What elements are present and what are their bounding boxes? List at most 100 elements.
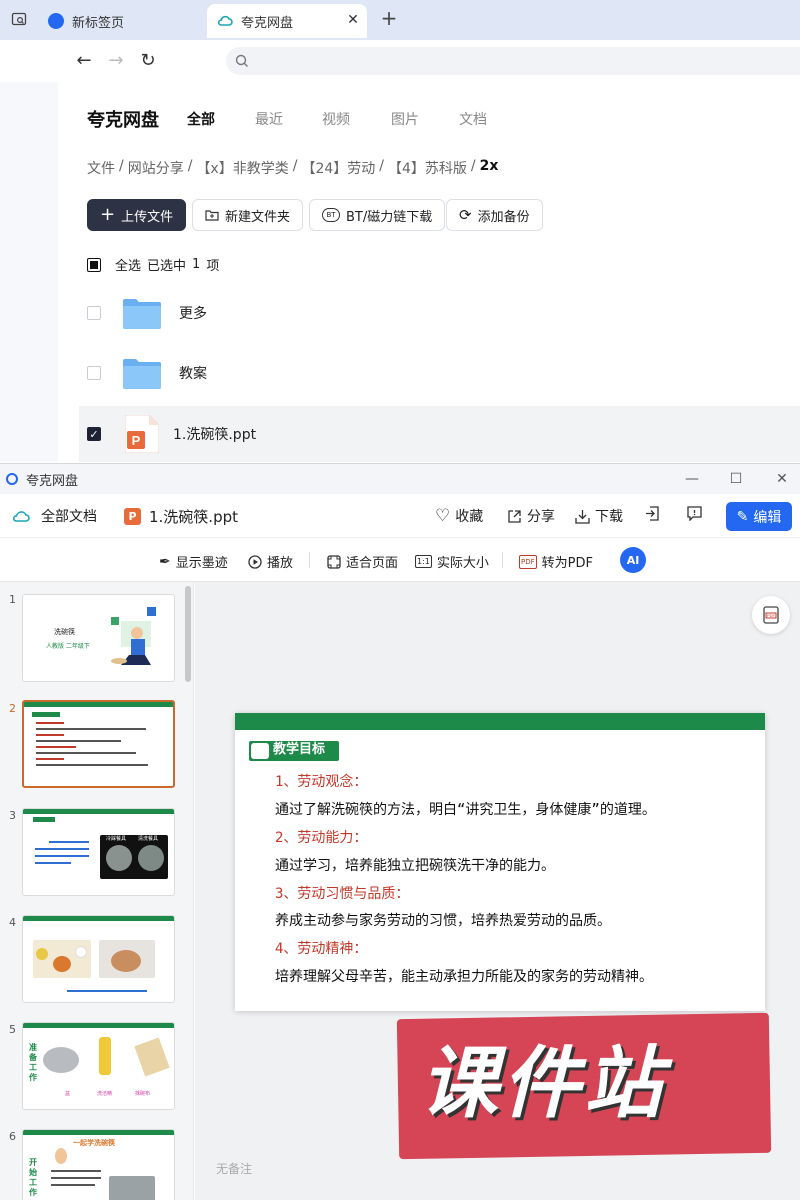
pdf-convert-icon: PDF: [763, 606, 779, 624]
crumb-nonteaching[interactable]: 【x】非教学类: [196, 158, 288, 178]
cloth-image: [134, 1037, 170, 1077]
row-checkbox[interactable]: [87, 366, 101, 380]
thumb-number: 3: [9, 809, 16, 822]
edit-label: 编辑: [753, 509, 782, 526]
fit-page-icon: [327, 554, 341, 569]
tab-new-tab[interactable]: 新标签页: [38, 4, 203, 38]
actual-size-icon: 1:1: [415, 555, 432, 568]
file-name[interactable]: 1.洗碗筷.ppt: [173, 424, 256, 444]
nav-video[interactable]: 视频: [322, 109, 350, 129]
nav-docs[interactable]: 文档: [459, 109, 487, 129]
download-button[interactable]: 下载: [575, 506, 623, 526]
separator: [502, 552, 503, 568]
nav-recent[interactable]: 最近: [255, 109, 283, 129]
all-docs-label: 全部文档: [41, 509, 97, 525]
row-checkbox-checked[interactable]: ✓: [87, 427, 101, 441]
ppt-file-icon: P: [125, 415, 159, 453]
upload-label: 上传文件: [121, 209, 174, 225]
objective-body: 通过学习，培养能独立把碗筷洗干净的能力。: [275, 858, 555, 874]
thumb-subtitle: 人教版 二年级下: [46, 643, 90, 650]
show-ink-button[interactable]: ✒ 显示墨迹: [159, 552, 228, 572]
browser-tab-bar: 新标签页 夸克网盘 ✕ +: [0, 0, 800, 40]
viewer-title: 夸克网盘: [26, 473, 79, 489]
crumb-sep: /: [187, 158, 193, 174]
file-row[interactable]: 更多: [79, 285, 800, 341]
bt-download-button[interactable]: BT BT/磁力链下载: [309, 199, 446, 231]
add-backup-button[interactable]: ⟳ 添加备份: [446, 199, 543, 231]
search-icon: [235, 54, 248, 67]
open-external-button[interactable]: [645, 506, 660, 521]
all-docs-button[interactable]: 全部文档: [12, 506, 97, 526]
crumb-sukeban[interactable]: 【4】苏科版: [388, 158, 467, 178]
back-arrow-icon[interactable]: ←: [73, 50, 95, 72]
file-row[interactable]: 教案: [79, 345, 800, 401]
favorite-button[interactable]: ♡ 收藏: [435, 506, 483, 526]
thumbnail-scrollbar[interactable]: [185, 586, 191, 682]
selected-count: 1: [192, 257, 201, 272]
pdf-float-button[interactable]: PDF: [752, 596, 790, 634]
food-photo: [33, 940, 91, 978]
slide-thumbnail[interactable]: [22, 915, 175, 1003]
feedback-button[interactable]: [687, 506, 702, 521]
slide-thumbnail[interactable]: 洗碗筷 人教版 二年级下: [22, 594, 175, 682]
row-checkbox[interactable]: [87, 306, 101, 320]
petri-dish-photos: 冷踩餐具 清洗餐具: [100, 835, 168, 879]
crumb-files[interactable]: 文件: [87, 158, 115, 178]
slide-thumbnail[interactable]: 一起学洗碗筷 开始工作: [22, 1129, 175, 1200]
select-all-checkbox[interactable]: [87, 257, 101, 272]
fit-page-button[interactable]: 适合页面: [327, 552, 398, 571]
thumb-side-title: 准备工作: [29, 1043, 37, 1082]
current-file: P 1.洗碗筷.ppt: [124, 506, 238, 527]
thumb-title: 洗碗筷: [54, 628, 75, 636]
basin-image: [43, 1047, 79, 1073]
tab-search-icon[interactable]: [8, 8, 30, 30]
file-name[interactable]: 教案: [179, 363, 207, 383]
new-folder-button[interactable]: 新建文件夹: [192, 199, 304, 231]
slide-ribbon-title: 教学目标: [249, 741, 339, 761]
quark-logo-icon: [6, 473, 18, 485]
slide-thumbnail[interactable]: 准备工作 盆 洗洁精 抹碗布: [22, 1022, 175, 1110]
slide-thumbnail[interactable]: 冷踩餐具 清洗餐具: [22, 808, 175, 896]
drive-brand: 夸克网盘: [87, 110, 159, 131]
cloud-icon: [217, 13, 233, 29]
address-bar[interactable]: [226, 47, 800, 75]
view-toolbar: ✒ 显示墨迹 播放 适合页面 1:1 实际大小 PDF 转为PDF AI: [0, 538, 800, 582]
download-icon: [575, 509, 590, 524]
convert-pdf-button[interactable]: PDF 转为PDF: [519, 552, 593, 571]
slide-thumbnail-current[interactable]: [22, 700, 175, 788]
reload-icon[interactable]: ↻: [137, 50, 159, 72]
ai-assistant-button[interactable]: AI: [620, 547, 646, 573]
play-button[interactable]: 播放: [248, 552, 293, 571]
crumb-share[interactable]: 网站分享: [128, 158, 184, 178]
nav-all[interactable]: 全部: [187, 109, 215, 129]
folder-icon: [123, 299, 161, 329]
sync-icon: ⟳: [459, 206, 472, 224]
upload-button[interactable]: + 上传文件: [87, 199, 187, 231]
file-row[interactable]: ✓ P 1.洗碗筷.ppt: [79, 406, 800, 462]
thumb-side-title: 开始工作: [29, 1158, 37, 1197]
caption-line: [67, 990, 147, 992]
folder-plus-icon: [205, 210, 219, 221]
select-all-label[interactable]: 全选: [115, 255, 141, 274]
maximize-button[interactable]: ☐: [724, 468, 748, 490]
current-slide: 教学目标 1、劳动观念： 通过了解洗碗筷的方法，明白“讲究卫生，身体健康”的道理…: [235, 713, 765, 1011]
minimize-button[interactable]: —: [680, 468, 704, 490]
crumb-labor[interactable]: 【24】劳动: [301, 158, 375, 178]
forward-arrow-icon[interactable]: →: [105, 50, 127, 72]
actual-size-button[interactable]: 1:1 实际大小: [415, 552, 489, 571]
share-button[interactable]: 分享: [507, 506, 555, 526]
close-tab-icon[interactable]: ✕: [345, 12, 361, 28]
close-window-button[interactable]: ✕: [770, 468, 794, 490]
tab-quark-drive[interactable]: 夸克网盘 ✕: [207, 4, 367, 38]
text-lines-preview: [33, 817, 89, 864]
crumb-current: 2x: [479, 158, 499, 174]
thumb-item-label: 盆: [65, 1091, 71, 1097]
slide-thumbnails-panel: 1 洗碗筷 人教版 二年级下 2 3 冷踩餐具 清洗餐具 4 5 准备工作 盆 …: [0, 582, 194, 1200]
ppt-icon: P: [124, 508, 141, 525]
edit-button[interactable]: ✎ 编辑: [726, 502, 792, 531]
new-tab-button[interactable]: +: [378, 8, 400, 30]
bt-label: BT/磁力链下载: [346, 209, 433, 225]
file-name[interactable]: 更多: [179, 303, 207, 323]
thumb-item-label: 抹碗布: [135, 1091, 151, 1097]
nav-images[interactable]: 图片: [391, 109, 419, 129]
